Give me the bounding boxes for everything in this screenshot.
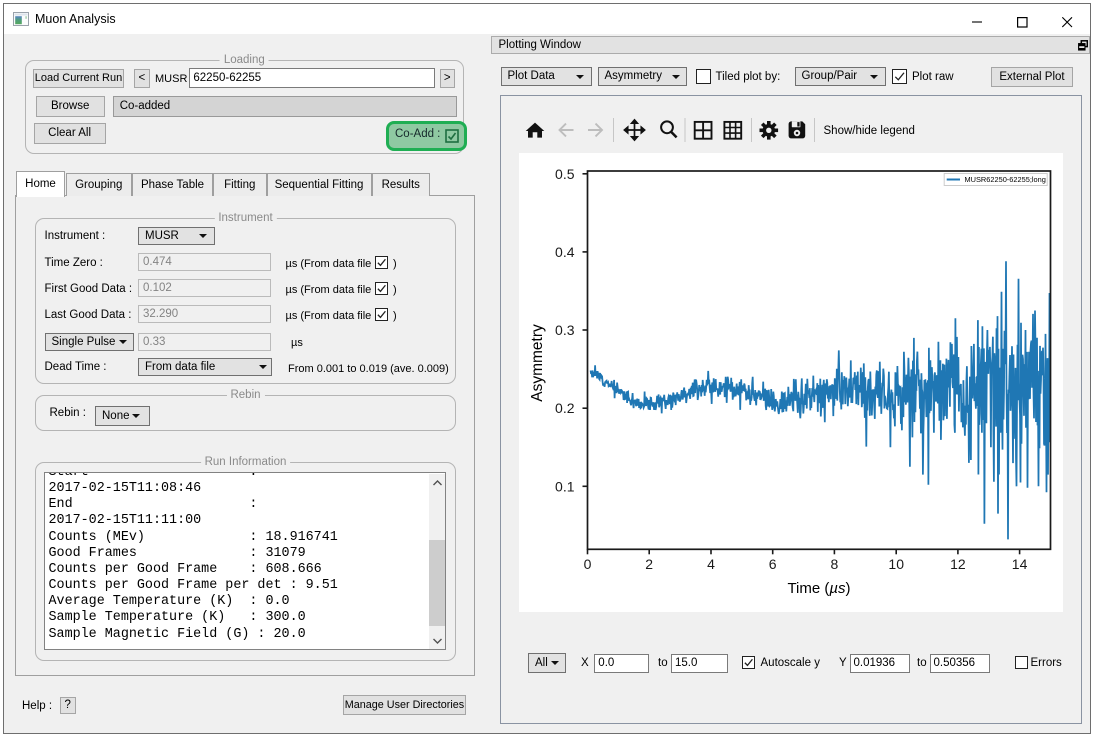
svg-text:14: 14 — [1011, 556, 1027, 572]
svg-text:0.1: 0.1 — [555, 478, 575, 494]
svg-text:8: 8 — [830, 556, 838, 572]
svg-text:0: 0 — [583, 556, 591, 572]
svg-text:12: 12 — [950, 556, 966, 572]
svg-text:4: 4 — [707, 556, 715, 572]
svg-text:Asymmetry: Asymmetry — [529, 324, 546, 402]
svg-text:0.3: 0.3 — [555, 322, 575, 338]
svg-text:0.4: 0.4 — [555, 244, 575, 260]
svg-text:6: 6 — [768, 556, 776, 572]
svg-text:Time (µs): Time (µs) — [787, 580, 850, 597]
svg-text:0.5: 0.5 — [555, 166, 575, 182]
svg-text:0.2: 0.2 — [555, 400, 575, 416]
svg-text:MUSR62250-62255;long: MUSR62250-62255;long — [964, 175, 1045, 184]
svg-text:10: 10 — [888, 556, 904, 572]
svg-text:2: 2 — [645, 556, 653, 572]
